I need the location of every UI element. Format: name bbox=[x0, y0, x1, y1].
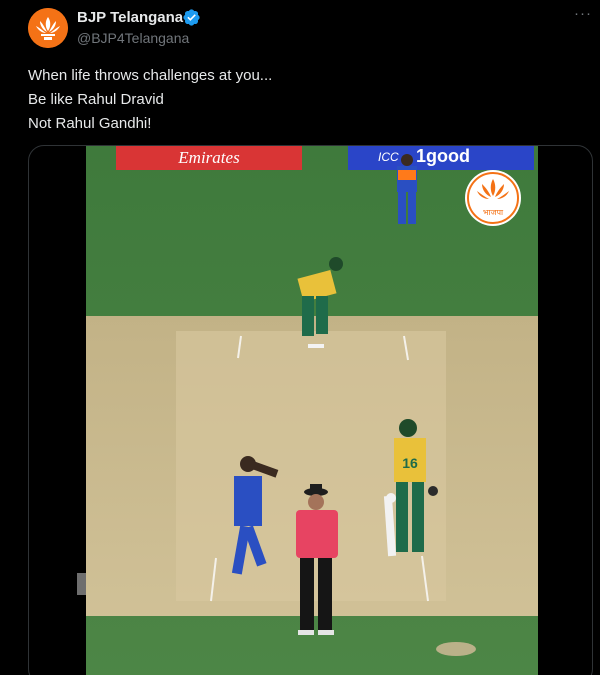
video-player[interactable]: Emirates ICC 1good 16 भाजपा bbox=[28, 145, 593, 675]
tweet-text: When life throws challenges at you... Be… bbox=[28, 64, 272, 136]
lotus-icon bbox=[28, 8, 68, 48]
video-frame[interactable]: Emirates ICC 1good 16 भाजपा bbox=[86, 146, 538, 675]
verified-badge-icon bbox=[183, 9, 200, 26]
jersey-number: 16 bbox=[402, 455, 418, 471]
video-edge-marker bbox=[77, 573, 86, 595]
tweet: BJP Telangana @BJP4Telangana ··· When li… bbox=[0, 0, 600, 675]
author-handle[interactable]: @BJP4Telangana bbox=[77, 30, 189, 46]
avatar[interactable] bbox=[28, 8, 68, 48]
author-name[interactable]: BJP Telangana bbox=[77, 9, 183, 26]
tweet-line: Not Rahul Gandhi! bbox=[28, 115, 152, 132]
more-options-button[interactable]: ··· bbox=[574, 5, 592, 22]
bjp-lotus-icon: भाजपा bbox=[465, 170, 521, 226]
icc-banner-prefix: ICC bbox=[378, 150, 399, 164]
tweet-line: Be like Rahul Dravid bbox=[28, 91, 164, 108]
tweet-line: When life throws challenges at you... bbox=[28, 67, 273, 84]
watermark-text: भाजपा bbox=[483, 208, 504, 217]
emirates-banner-text: Emirates bbox=[177, 148, 240, 167]
icc-banner-text: 1good bbox=[416, 146, 470, 166]
cricket-scene: Emirates ICC 1good 16 भाजपा bbox=[86, 146, 538, 675]
